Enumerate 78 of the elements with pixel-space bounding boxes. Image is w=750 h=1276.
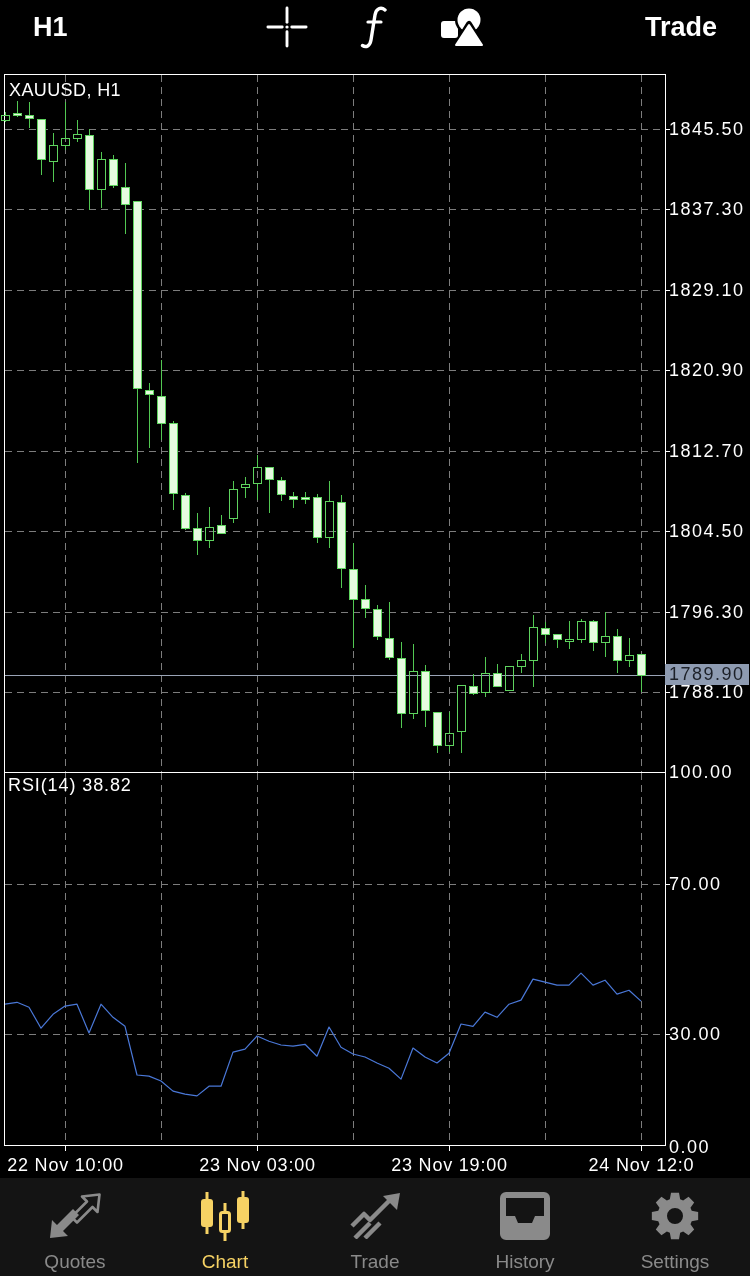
tab[interactable]: Settings <box>600 1178 750 1276</box>
candlestick <box>229 480 238 524</box>
candlestick <box>565 620 574 650</box>
candlestick <box>49 132 58 183</box>
candlestick <box>325 480 334 549</box>
price-axis-label: 1829.10 <box>669 282 745 298</box>
candlestick <box>277 476 286 502</box>
candlestick <box>493 663 502 688</box>
candlestick <box>589 619 598 652</box>
candlestick <box>481 656 490 698</box>
candlestick <box>517 653 526 674</box>
candlestick <box>421 664 430 728</box>
candlestick <box>97 151 106 209</box>
crosshair-icon[interactable] <box>266 6 308 48</box>
candlestick <box>265 467 274 514</box>
price-axis-label: 1788.10 <box>669 684 745 700</box>
rsi-axis-label: 30.00 <box>669 1026 722 1042</box>
rsi-axis-label: 0.00 <box>669 1139 711 1155</box>
candlestick <box>361 584 370 619</box>
candlestick <box>205 506 214 549</box>
candlestick <box>1 111 10 123</box>
time-axis-label: 23 Nov 19:00 <box>391 1155 508 1175</box>
time-axis-label: 24 Nov 12:0 <box>588 1155 695 1175</box>
candlestick <box>109 154 118 189</box>
current-price-label: 1789.90 <box>665 664 749 685</box>
indicator-label: RSI(14) 38.82 <box>8 776 132 794</box>
candlestick <box>253 454 262 501</box>
inbox-icon <box>500 1192 550 1240</box>
candlestick <box>385 601 394 661</box>
candlestick <box>625 637 634 668</box>
timeframe-button[interactable]: H1 <box>33 12 68 42</box>
candlestick <box>601 611 610 658</box>
candlestick <box>577 618 586 644</box>
price-axis-label: 1804.50 <box>669 523 745 539</box>
candlestick <box>613 628 622 674</box>
price-axis-label: 1796.30 <box>669 604 745 620</box>
candlestick <box>193 512 202 556</box>
candlestick <box>541 621 550 644</box>
candlestick <box>445 711 454 753</box>
candlestick <box>433 712 442 754</box>
price-axis-label: 1812.70 <box>669 443 745 459</box>
settings-icon <box>650 1192 700 1240</box>
candlestick <box>181 492 190 531</box>
arrows-icon <box>49 1193 101 1239</box>
function-icon[interactable] <box>360 5 388 49</box>
candlestick <box>313 493 322 544</box>
shapes-icon[interactable] <box>440 7 484 47</box>
candlestick <box>553 634 562 649</box>
candlestick <box>289 491 298 509</box>
candlestick-icon <box>200 1191 250 1241</box>
candlestick <box>373 604 382 641</box>
tab[interactable]: Chart <box>150 1178 300 1276</box>
trade-button[interactable]: Trade <box>644 12 717 42</box>
price-axis-label: 1820.90 <box>669 362 745 378</box>
candlestick <box>217 514 226 535</box>
rsi-axis-label: 100.00 <box>669 764 734 780</box>
tab[interactable]: Trade <box>300 1178 450 1276</box>
price-axis-label: 1845.50 <box>669 121 745 137</box>
candlestick <box>25 101 34 129</box>
candlestick <box>61 101 70 151</box>
candlestick <box>301 491 310 505</box>
time-axis-label: 23 Nov 03:00 <box>199 1155 316 1175</box>
trend-arrow-icon <box>349 1193 401 1239</box>
candlestick <box>13 100 22 118</box>
candlestick <box>637 654 646 693</box>
candlestick <box>457 685 466 754</box>
candlestick <box>37 119 46 176</box>
candlestick <box>73 119 82 143</box>
price-axis-label: 1837.30 <box>669 201 745 217</box>
tab[interactable]: History <box>450 1178 600 1276</box>
rsi-axis-label: 70.00 <box>669 876 722 892</box>
time-axis-label: 22 Nov 10:00 <box>7 1155 124 1175</box>
symbol-label: XAUUSD, H1 <box>9 81 122 99</box>
tab[interactable]: Quotes <box>0 1178 150 1276</box>
candlestick <box>241 476 250 499</box>
candlestick <box>145 382 154 449</box>
candlestick <box>505 666 514 692</box>
candlestick <box>469 673 478 696</box>
